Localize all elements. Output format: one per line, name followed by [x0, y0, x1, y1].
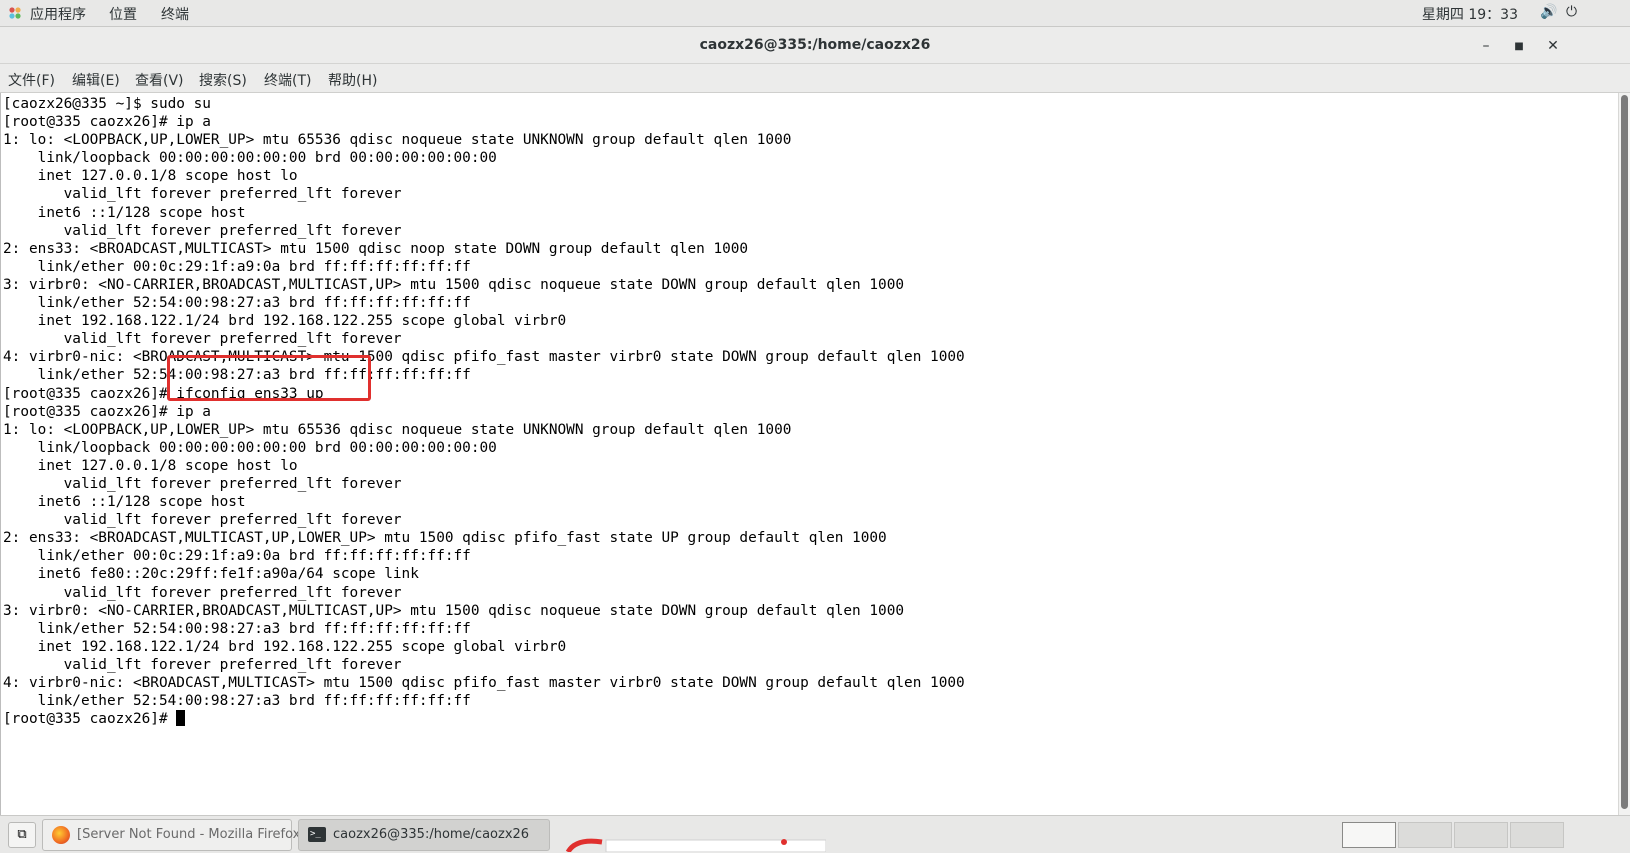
menu-help[interactable]: 帮助(H): [328, 70, 377, 90]
workspace-3[interactable]: [1454, 822, 1508, 848]
terminal-app-menu[interactable]: 终端: [161, 4, 189, 24]
taskbar-item-firefox[interactable]: [Server Not Found - Mozilla Firefox]: [42, 819, 305, 851]
terminal-line: link/ether 00:0c:29:1f:a9:0a brd ff:ff:f…: [3, 258, 471, 275]
terminal-cursor: [176, 710, 186, 727]
terminal-line: 1: lo: <LOOPBACK,UP,LOWER_UP> mtu 65536 …: [3, 132, 792, 149]
power-icon[interactable]: ⏻: [1566, 4, 1577, 20]
terminal-line: valid_lft forever preferred_lft forever: [3, 475, 402, 492]
terminal-line: [root@335 caozx26]# ifconfig ens33 up: [3, 385, 324, 402]
terminal-prompt-line: [root@335 caozx26]#: [3, 710, 965, 728]
terminal-line: 2: ens33: <BROADCAST,MULTICAST> mtu 1500…: [3, 240, 749, 257]
maximize-button[interactable]: ◾: [1508, 35, 1530, 57]
minimize-button[interactable]: –: [1475, 35, 1497, 57]
terminal-icon: >_: [308, 827, 326, 842]
terminal-line: valid_lft forever preferred_lft forever: [3, 584, 402, 601]
terminal-line: link/loopback 00:00:00:00:00:00 brd 00:0…: [3, 150, 497, 167]
terminal-line: inet6 ::1/128 scope host: [3, 494, 246, 511]
menu-edit[interactable]: 编辑(E): [72, 70, 120, 90]
terminal-line: link/ether 52:54:00:98:27:a3 brd ff:ff:f…: [3, 367, 471, 384]
taskbar-item-label: [Server Not Found - Mozilla Firefox]: [77, 827, 306, 842]
terminal-line: inet6 fe80::20c:29ff:fe1f:a90a/64 scope …: [3, 566, 419, 583]
terminal-area[interactable]: [caozx26@335 ~]$ sudo su [root@335 caozx2…: [0, 93, 1619, 815]
terminal-line: inet 192.168.122.1/24 brd 192.168.122.25…: [3, 313, 567, 330]
taskbar-item-terminal[interactable]: >_ caozx26@335:/home/caozx26: [298, 819, 550, 851]
terminal-line: 4: virbr0-nic: <BROADCAST,MULTICAST> mtu…: [3, 675, 965, 691]
terminal-line: [root@335 caozx26]# ip a: [3, 114, 211, 131]
window-title: caozx26@335:/home/caozx26: [699, 37, 931, 53]
applications-icon: [9, 7, 21, 19]
places-menu[interactable]: 位置: [109, 4, 137, 24]
terminal-line: link/ether 52:54:00:98:27:a3 brd ff:ff:f…: [3, 693, 471, 710]
menu-file[interactable]: 文件(F): [8, 70, 55, 90]
menubar: 文件(F) 编辑(E) 查看(V) 搜索(S) 终端(T) 帮助(H): [0, 64, 1630, 93]
terminal-prompt: [root@335 caozx26]#: [3, 711, 177, 728]
terminal-line: link/ether 52:54:00:98:27:a3 brd ff:ff:f…: [3, 620, 471, 637]
terminal-line: valid_lft forever preferred_lft forever: [3, 512, 402, 529]
workspace-1[interactable]: [1342, 822, 1396, 848]
menu-search[interactable]: 搜索(S): [199, 70, 247, 90]
scrollbar-thumb[interactable]: [1621, 95, 1628, 809]
terminal-line: 3: virbr0: <NO-CARRIER,BROADCAST,MULTICA…: [3, 602, 905, 619]
taskbar-item-label: caozx26@335:/home/caozx26: [333, 827, 530, 842]
terminal-line: valid_lft forever preferred_lft forever: [3, 331, 402, 348]
window-titlebar[interactable]: caozx26@335:/home/caozx26 – ◾ ✕: [0, 27, 1630, 64]
volume-icon[interactable]: 🔊: [1540, 4, 1557, 20]
terminal-line: inet 127.0.0.1/8 scope host lo: [3, 457, 298, 474]
terminal-line: [root@335 caozx26]# ip a: [3, 403, 211, 420]
terminal-line: link/loopback 00:00:00:00:00:00 brd 00:0…: [3, 439, 497, 456]
terminal-line: valid_lft forever preferred_lft forever: [3, 656, 402, 673]
terminal-line: inet 127.0.0.1/8 scope host lo: [3, 168, 298, 185]
watermark-logo: [566, 838, 826, 852]
applications-menu[interactable]: 应用程序: [30, 4, 86, 24]
menu-view[interactable]: 查看(V): [135, 70, 184, 90]
terminal-line: link/ether 00:0c:29:1f:a9:0a brd ff:ff:f…: [3, 548, 471, 565]
highlight-annotation: [167, 355, 371, 401]
terminal-line: 2: ens33: <BROADCAST,MULTICAST,UP,LOWER_…: [3, 530, 887, 547]
terminal-line: 4: virbr0-nic: <BROADCAST,MULTICAST> mtu…: [3, 349, 965, 366]
close-button[interactable]: ✕: [1542, 35, 1564, 57]
clock[interactable]: 星期四 19：33: [1422, 4, 1518, 24]
menu-terminal[interactable]: 终端(T): [264, 70, 311, 90]
terminal-line: inet6 ::1/128 scope host: [3, 204, 246, 221]
terminal-line: 1: lo: <LOOPBACK,UP,LOWER_UP> mtu 65536 …: [3, 421, 792, 438]
terminal-line: 3: virbr0: <NO-CARRIER,BROADCAST,MULTICA…: [3, 276, 905, 293]
firefox-icon: [52, 826, 70, 844]
terminal-line: valid_lft forever preferred_lft forever: [3, 222, 402, 239]
terminal-line: valid_lft forever preferred_lft forever: [3, 186, 402, 203]
terminal-line: [caozx26@335 ~]$ sudo su: [3, 96, 211, 112]
top-panel: 应用程序 位置 终端 星期四 19：33 🔊 ⏻: [0, 0, 1630, 27]
workspace-2[interactable]: [1398, 822, 1452, 848]
terminal-output: [caozx26@335 ~]$ sudo su [root@335 caozx2…: [3, 95, 965, 728]
terminal-line: inet 192.168.122.1/24 brd 192.168.122.25…: [3, 638, 567, 655]
terminal-scrollbar[interactable]: [1618, 93, 1630, 815]
workspace-4[interactable]: [1510, 822, 1564, 848]
terminal-line: link/ether 52:54:00:98:27:a3 brd ff:ff:f…: [3, 295, 471, 312]
show-desktop-button[interactable]: ⧉: [8, 822, 36, 848]
